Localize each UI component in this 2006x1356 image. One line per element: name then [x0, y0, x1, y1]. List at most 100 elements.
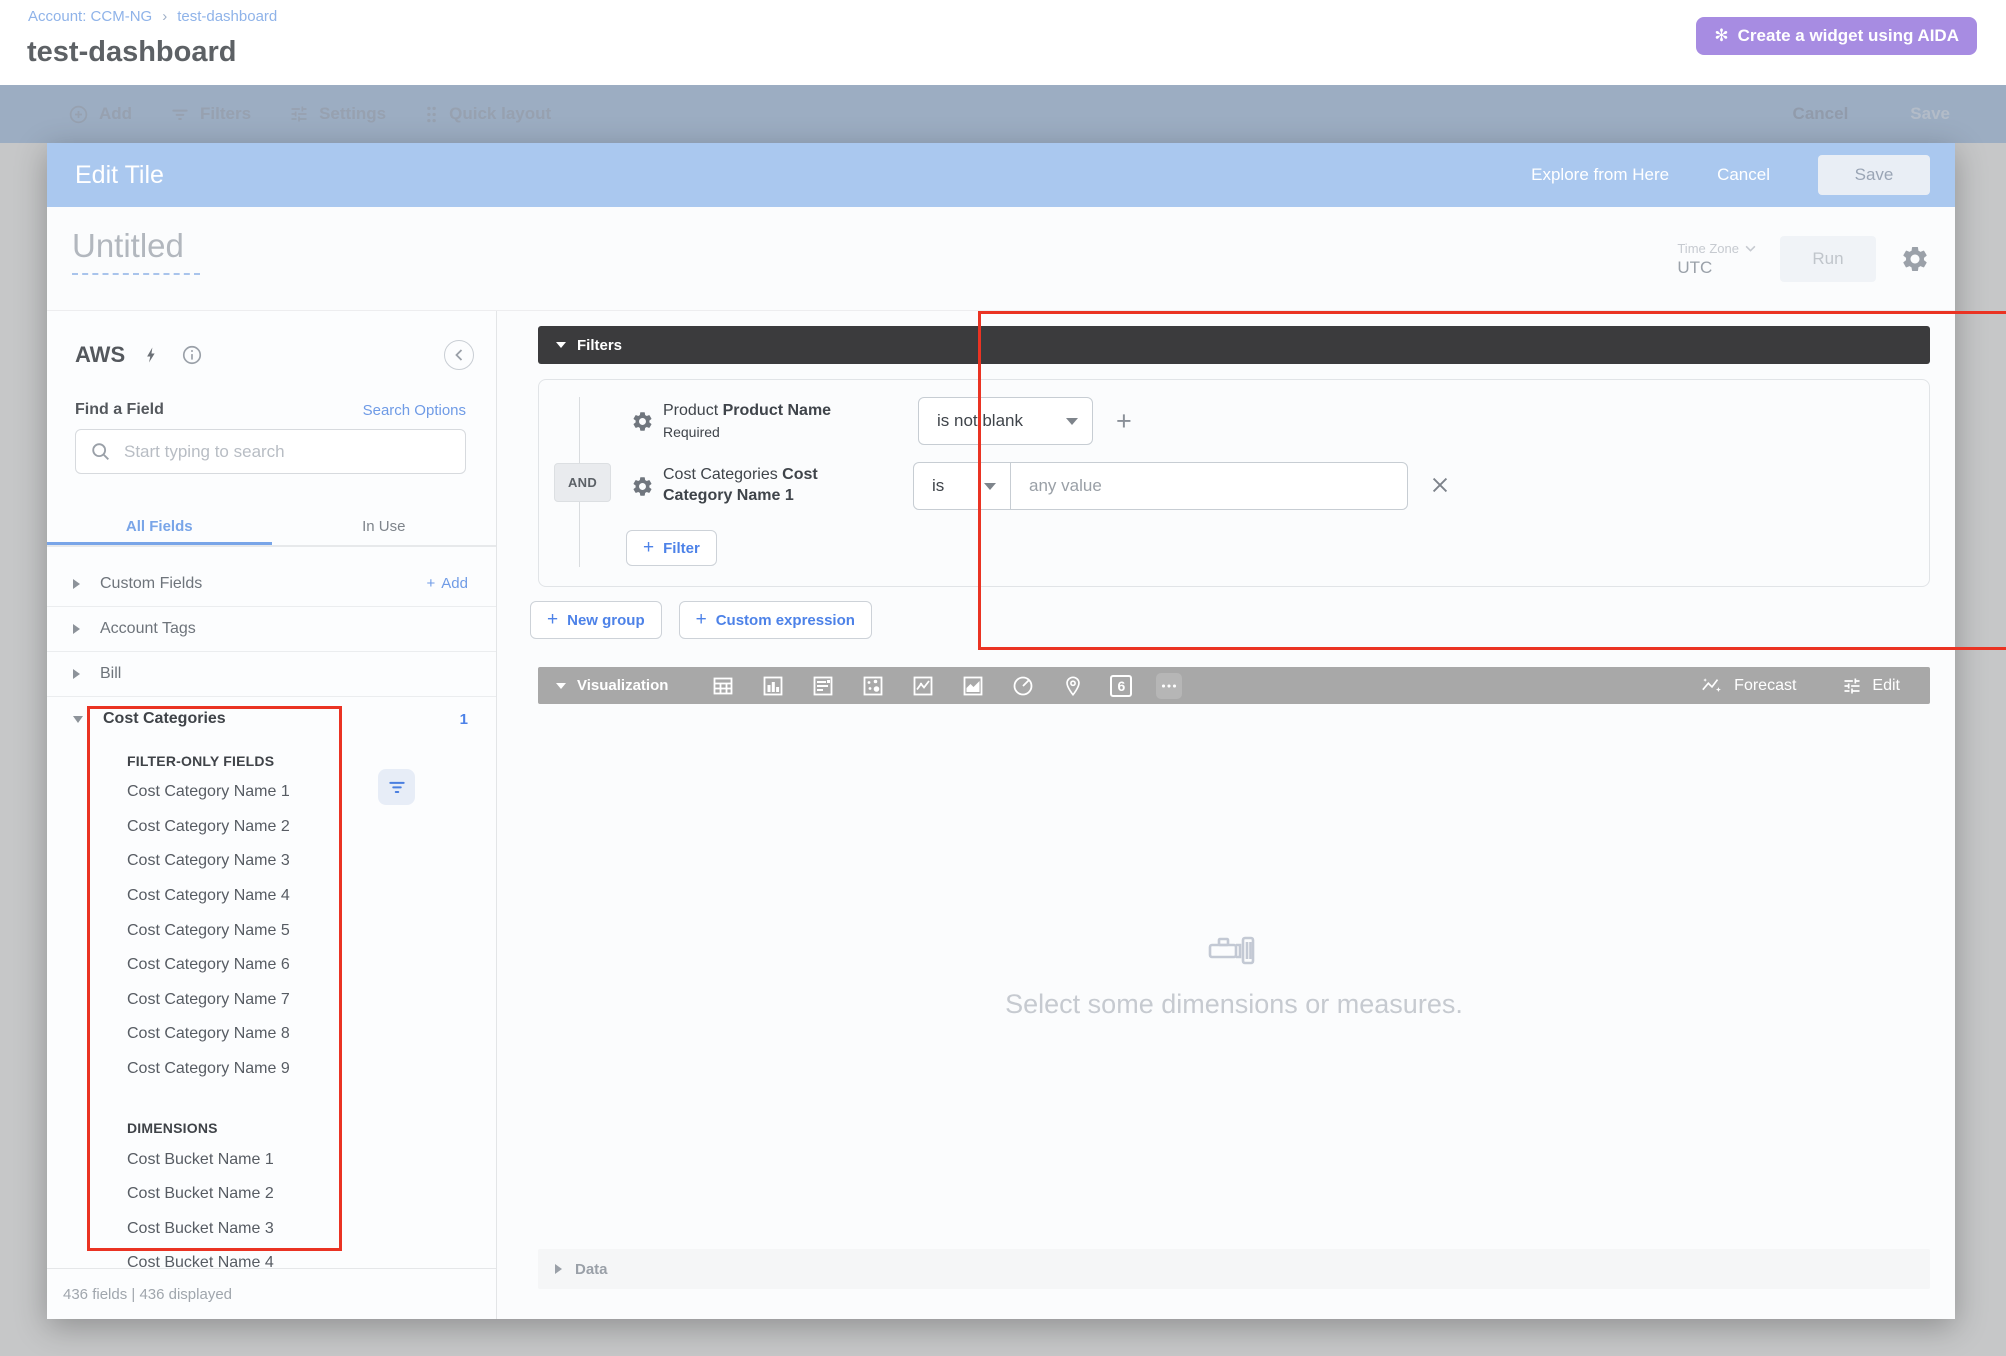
tab-all-fields[interactable]: All Fields: [47, 507, 272, 545]
and-operator-chip[interactable]: AND: [554, 463, 611, 502]
breadcrumb-current[interactable]: test-dashboard: [177, 8, 277, 25]
viz-line-chart-icon[interactable]: [910, 673, 936, 699]
viz-single-value-icon[interactable]: 6: [1110, 675, 1132, 697]
filter-value-input[interactable]: [1010, 462, 1408, 510]
field-item[interactable]: Cost Category Name 3: [47, 844, 496, 879]
create-widget-aida-button[interactable]: ✻ Create a widget using AIDA: [1696, 17, 1977, 55]
info-icon[interactable]: [181, 344, 203, 366]
field-item[interactable]: Cost Category Name 9: [47, 1052, 496, 1087]
add-circle-icon: [68, 104, 89, 125]
collapse-arrow-icon: [556, 342, 566, 348]
add-filter-value-button[interactable]: +: [1116, 404, 1132, 438]
breadcrumb: Account: CCM-NG › test-dashboard: [28, 8, 277, 25]
add-filter-button[interactable]: + Filter: [626, 530, 717, 566]
filters-section-title: Filters: [577, 337, 622, 354]
edit-viz-button[interactable]: Edit: [1842, 676, 1900, 696]
flashlight-icon: [1207, 933, 1261, 967]
data-section-header[interactable]: Data: [538, 1249, 1930, 1289]
viz-area-chart-icon[interactable]: [960, 673, 986, 699]
operator-select[interactable]: is: [913, 462, 1011, 510]
save-button[interactable]: Save: [1818, 155, 1930, 195]
search-input[interactable]: [124, 442, 465, 462]
field-item[interactable]: Cost Bucket Name 2: [47, 1177, 496, 1212]
filter-settings-gear-icon[interactable]: [631, 410, 654, 433]
field-item[interactable]: Cost Category Name 1: [47, 775, 496, 810]
viz-pie-chart-icon[interactable]: [1010, 673, 1036, 699]
field-item[interactable]: Cost Bucket Name 3: [47, 1212, 496, 1247]
add-custom-field-button[interactable]: + Add: [427, 575, 468, 592]
toolbar-settings: Settings: [289, 104, 386, 124]
toolbar-save: Save: [1910, 104, 1950, 124]
toolbar-settings-label: Settings: [319, 104, 386, 124]
more-viz-types-icon[interactable]: [1156, 673, 1182, 699]
dashboard-toolbar: Add Filters Settings Quick layout Cancel…: [0, 85, 2006, 143]
field-search-box: [75, 429, 466, 474]
timezone-value: UTC: [1677, 258, 1756, 278]
field-picker-sidebar: AWS Find a Field Search Options All Fiel…: [47, 311, 497, 1319]
screen: Account: CCM-NG › test-dashboard test-da…: [0, 0, 2006, 1356]
section-bill[interactable]: Bill: [47, 651, 496, 696]
search-options-link[interactable]: Search Options: [363, 402, 466, 419]
viz-scatter-icon[interactable]: [860, 673, 886, 699]
active-filter-indicator[interactable]: [378, 769, 415, 805]
filter-field-label: Cost Categories Cost Category Name 1: [663, 464, 848, 506]
section-custom-fields[interactable]: Custom Fields + Add: [47, 561, 496, 606]
forecast-sparkle-icon: [1700, 675, 1724, 697]
modal-content: AWS Find a Field Search Options All Fiel…: [47, 310, 1955, 1319]
new-group-button[interactable]: + New group: [530, 601, 662, 639]
drag-dots-icon: [424, 104, 439, 125]
custom-expression-button[interactable]: + Custom expression: [679, 601, 872, 639]
find-a-field-label: Find a Field: [75, 401, 164, 419]
filter-settings-gear-icon[interactable]: [631, 475, 654, 498]
explore-from-here-link[interactable]: Explore from Here: [1531, 165, 1669, 185]
run-button[interactable]: Run: [1780, 236, 1876, 282]
viz-table-icon[interactable]: [710, 673, 736, 699]
toolbar-cancel: Cancel: [1793, 104, 1849, 124]
data-section-title: Data: [575, 1261, 608, 1278]
viz-map-icon[interactable]: [1060, 673, 1086, 699]
filters-section-header[interactable]: Filters: [538, 326, 1930, 364]
breadcrumb-separator: ›: [162, 8, 167, 25]
field-item[interactable]: Cost Category Name 5: [47, 913, 496, 948]
visualization-title: Visualization: [577, 677, 668, 694]
visualization-empty-state: Select some dimensions or measures.: [538, 704, 1930, 1249]
collapse-arrow-icon[interactable]: [556, 683, 566, 689]
fields-in-use-count: 1: [460, 711, 468, 728]
field-item[interactable]: Cost Category Name 4: [47, 879, 496, 914]
cancel-link[interactable]: Cancel: [1717, 165, 1770, 185]
field-item[interactable]: Cost Category Name 8: [47, 1017, 496, 1052]
viz-column-chart-icon[interactable]: [760, 673, 786, 699]
expand-arrow-icon: [73, 669, 80, 679]
filter-field-label: Product Product Name Required: [663, 402, 831, 440]
expand-arrow-icon: [555, 1264, 562, 1274]
remove-filter-icon[interactable]: [1429, 474, 1451, 496]
sidebar-tabs: All Fields In Use: [47, 507, 496, 547]
operator-select[interactable]: is not blank: [918, 397, 1093, 445]
collapse-sidebar-button[interactable]: [444, 340, 474, 370]
field-item[interactable]: Cost Category Name 6: [47, 948, 496, 983]
chevron-down-icon: [1066, 418, 1078, 425]
tab-in-use[interactable]: In Use: [272, 507, 497, 545]
collapse-arrow-icon: [73, 716, 83, 723]
timezone-selector[interactable]: Time Zone UTC: [1677, 241, 1756, 278]
field-item[interactable]: Cost Category Name 2: [47, 810, 496, 845]
visualization-bar: Visualization 6: [538, 667, 1930, 704]
breadcrumb-account-link[interactable]: Account: CCM-NG: [28, 8, 152, 25]
query-settings-gear-icon[interactable]: [1900, 244, 1930, 274]
forecast-button[interactable]: Forecast: [1700, 675, 1796, 697]
cost-categories-field-list: FILTER-ONLY FIELDS Cost Category Name 1 …: [47, 741, 496, 1281]
section-cost-categories[interactable]: Cost Categories 1: [47, 696, 496, 741]
aida-sparkle-icon: ✻: [1714, 26, 1728, 46]
section-account-tags[interactable]: Account Tags: [47, 606, 496, 651]
field-item[interactable]: Cost Bucket Name 1: [47, 1142, 496, 1177]
page-title: test-dashboard: [27, 36, 236, 69]
tile-name-input[interactable]: Untitled: [72, 227, 200, 275]
chevron-down-icon: [984, 483, 996, 490]
toolbar-add: Add: [68, 104, 132, 125]
filter-required-note: Required: [663, 424, 831, 440]
field-item[interactable]: Cost Category Name 7: [47, 983, 496, 1018]
expand-arrow-icon: [73, 624, 80, 634]
modal-title: Edit Tile: [75, 161, 164, 190]
viz-report-icon[interactable]: [810, 673, 836, 699]
lightning-bolt-icon: [143, 344, 161, 366]
